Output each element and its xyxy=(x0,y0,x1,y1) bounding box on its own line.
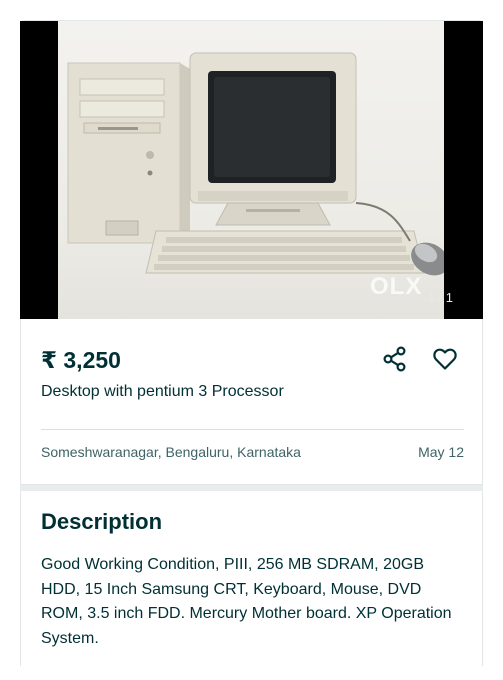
description-card: Description Good Working Condition, PIII… xyxy=(20,491,483,666)
description-heading: Description xyxy=(41,509,163,534)
price: ₹ 3,250 xyxy=(41,347,121,373)
share-button[interactable] xyxy=(379,343,411,375)
listing-title: Desktop with pentium 3 Processor xyxy=(41,383,284,400)
description-text: Good Working Condition, PIII, 256 MB SDR… xyxy=(41,556,452,647)
favorite-button[interactable] xyxy=(429,343,461,375)
heart-icon xyxy=(433,348,457,370)
listing-card: OLX 1 / 1 ₹ 3,250 Desktop with pentium 3… xyxy=(20,20,483,485)
divider xyxy=(41,429,464,430)
image-gallery[interactable]: OLX 1 / 1 xyxy=(20,21,483,319)
location: Someshwaranagar, Bengaluru, Karnataka xyxy=(41,444,301,460)
posted-date: May 12 xyxy=(418,444,464,460)
share-icon xyxy=(383,346,406,372)
olx-watermark: OLX xyxy=(370,273,423,300)
image-counter: 1 / 1 xyxy=(427,290,453,305)
